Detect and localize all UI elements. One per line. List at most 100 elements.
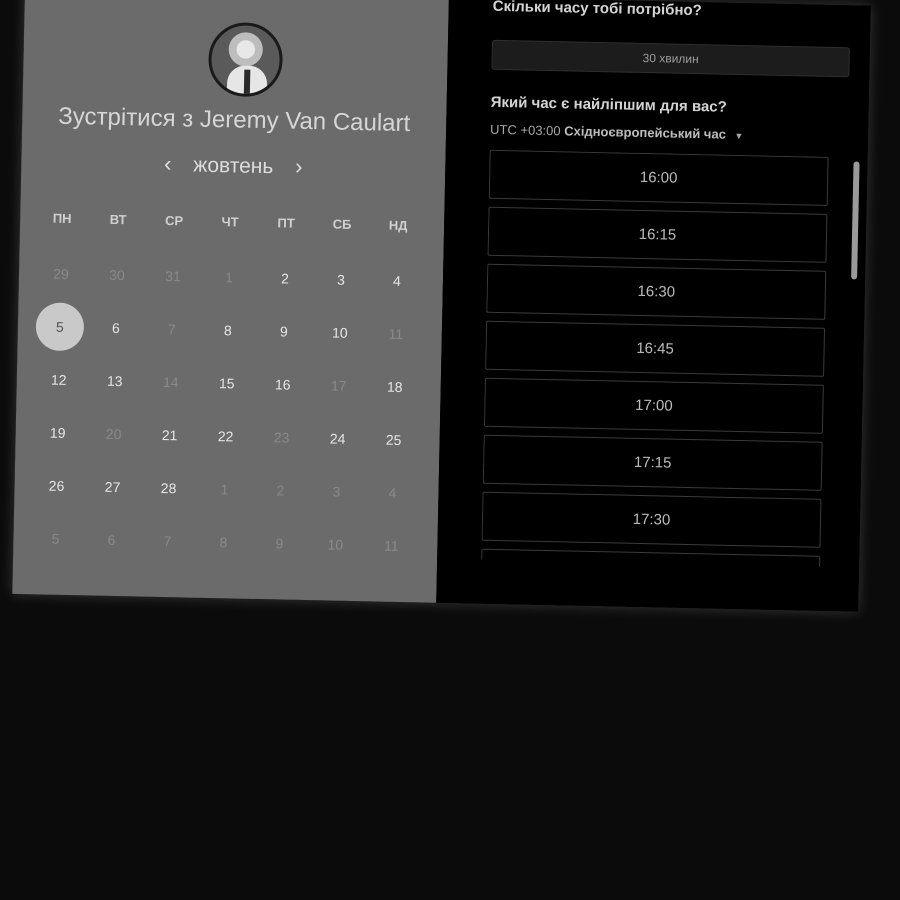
calendar-day-number: 4 xyxy=(392,272,402,289)
time-slot-button[interactable]: 17:30 xyxy=(481,491,822,548)
timezone-offset: UTC +03:00 xyxy=(489,121,561,139)
calendar-day[interactable]: 2 xyxy=(256,251,313,305)
calendar-day-number: 6 xyxy=(111,319,120,336)
calendar-day-number: 28 xyxy=(160,479,177,496)
calendar-day-number: 20 xyxy=(105,425,122,442)
calendar-day[interactable]: 25 xyxy=(365,412,422,466)
month-navigation: ‹ жовтень › xyxy=(21,148,445,183)
calendar-day: 5 xyxy=(27,511,84,565)
calendar-day[interactable]: 22 xyxy=(197,409,254,463)
calendar-day[interactable]: 12 xyxy=(30,352,87,406)
time-slot-button[interactable]: 16:00 xyxy=(488,149,829,206)
host-avatar xyxy=(207,21,284,98)
weekday-label: ПН xyxy=(52,210,72,227)
calendar-day-number: 12 xyxy=(50,371,67,388)
calendar-day[interactable]: 3 xyxy=(312,252,369,306)
calendar-day-number: 10 xyxy=(331,324,348,341)
calendar-day: 9 xyxy=(251,516,308,570)
weekday-header: ПН ВТ СР ЧТ ПТ СБ НД xyxy=(34,210,426,233)
calendar-day: 30 xyxy=(88,247,145,301)
weekday-label: СР xyxy=(164,212,184,229)
time-question: Який час є найліпшим для вас? xyxy=(490,93,727,116)
duration-question: Скільки часу тобі потрібно? xyxy=(492,0,703,20)
calendar-day[interactable]: 28 xyxy=(140,461,197,515)
calendar-day-number: 13 xyxy=(106,372,123,389)
calendar-day[interactable]: 13 xyxy=(86,353,143,407)
calendar-day: 4 xyxy=(364,465,421,519)
calendar-day[interactable]: 21 xyxy=(141,408,198,462)
month-label: жовтень xyxy=(193,153,274,179)
time-slot-list: 16:0016:1516:3016:4517:0017:1517:3017:45 xyxy=(481,149,858,568)
calendar-day-number: 4 xyxy=(388,484,397,501)
booking-widget: Зустрітися з Jeremy Van Caulart ‹ жовтен… xyxy=(12,0,871,612)
calendar-day-number: 31 xyxy=(165,267,181,284)
calendar-day-number: 5 xyxy=(51,530,60,547)
avatar-figure xyxy=(226,65,268,98)
calendar-day: 7 xyxy=(139,514,196,568)
calendar-day-number: 15 xyxy=(218,374,235,391)
calendar-day[interactable]: 18 xyxy=(366,359,423,413)
screen: Зустрітися з Jeremy Van Caulart ‹ жовтен… xyxy=(0,0,900,900)
calendar-day: 17 xyxy=(310,358,367,412)
calendar-day[interactable]: 10 xyxy=(311,305,368,359)
calendar-day-number: 9 xyxy=(279,322,288,340)
calendar-day-number: 17 xyxy=(330,376,347,394)
calendar-day: 31 xyxy=(144,249,201,303)
calendar-day-number: 11 xyxy=(383,537,399,554)
duration-select[interactable]: 30 хвилин xyxy=(491,39,850,78)
calendar-day: 29 xyxy=(32,246,89,300)
time-slot-button[interactable]: 16:30 xyxy=(486,263,827,320)
chevron-right-icon[interactable]: › xyxy=(295,154,303,180)
calendar-day: 3 xyxy=(308,464,365,518)
calendar-day-selected[interactable]: 5 xyxy=(31,299,88,353)
calendar-day[interactable]: 9 xyxy=(255,304,312,358)
time-slot-button[interactable]: 17:15 xyxy=(482,434,823,491)
time-panel: Скільки часу тобі потрібно? 30 хвилин Як… xyxy=(436,0,871,612)
calendar-day-number: 19 xyxy=(49,424,66,441)
calendar-day-number: 16 xyxy=(274,375,291,393)
calendar-day-number: 22 xyxy=(217,427,234,444)
calendar-day: 11 xyxy=(367,306,424,360)
calendar-day[interactable]: 8 xyxy=(199,303,256,357)
calendar-day-number: 23 xyxy=(273,428,290,446)
calendar-day-number: 3 xyxy=(332,483,341,500)
calendar-day-number: 5 xyxy=(35,301,85,351)
timezone-select[interactable]: UTC +03:00 Східноєвропейський час ▼ xyxy=(490,122,744,142)
weekday-label: ПТ xyxy=(277,215,295,231)
calendar-day[interactable]: 19 xyxy=(29,405,86,459)
time-slot-button[interactable]: 16:45 xyxy=(485,320,826,377)
calendar-day-number: 2 xyxy=(276,481,285,499)
calendar-day[interactable]: 24 xyxy=(309,411,366,465)
calendar-day-number: 9 xyxy=(275,534,284,552)
calendar-day[interactable]: 27 xyxy=(84,459,141,513)
calendar-day-number: 2 xyxy=(280,269,290,287)
calendar-day-number: 18 xyxy=(386,378,403,395)
calendar-day-number: 1 xyxy=(224,268,234,285)
calendar-day[interactable]: 4 xyxy=(368,253,425,307)
calendar-day[interactable]: 16 xyxy=(254,357,311,411)
time-slot-button[interactable]: 16:15 xyxy=(487,206,828,263)
calendar-day[interactable]: 6 xyxy=(87,300,144,354)
weekday-label: ВТ xyxy=(109,211,127,228)
duration-value: 30 хвилин xyxy=(642,50,699,67)
meeting-title-prefix: Зустрітися з xyxy=(58,102,194,133)
time-slot-button[interactable]: 17:00 xyxy=(483,377,824,434)
meeting-title: Зустрітися з Jeremy Van Caulart xyxy=(22,102,446,139)
weekday-label: ЧТ xyxy=(221,214,239,230)
calendar-day: 23 xyxy=(253,410,310,464)
calendar-day-number: 29 xyxy=(53,265,69,282)
slot-list-scrollbar[interactable] xyxy=(851,161,860,280)
calendar-day-number: 14 xyxy=(162,373,179,390)
calendar-day: 10 xyxy=(307,517,364,571)
calendar-day: 20 xyxy=(85,406,142,460)
chevron-left-icon[interactable]: ‹ xyxy=(164,151,172,177)
calendar-day-number: 24 xyxy=(329,429,346,447)
calendar-day[interactable]: 26 xyxy=(28,458,85,512)
calendar-day-number: 8 xyxy=(219,533,228,550)
calendar-day-number: 21 xyxy=(161,426,178,443)
day-grid: 29 30 31 1 2 3 4 5 6 7 8 9 10 11 12 13 14 15 16 17 18 19 20 21 2… xyxy=(27,246,426,572)
calendar-day-number: 8 xyxy=(223,321,232,338)
time-slot-button[interactable]: 17:45 xyxy=(481,548,821,568)
calendar-day: 11 xyxy=(363,518,420,572)
calendar-day[interactable]: 15 xyxy=(198,356,255,410)
